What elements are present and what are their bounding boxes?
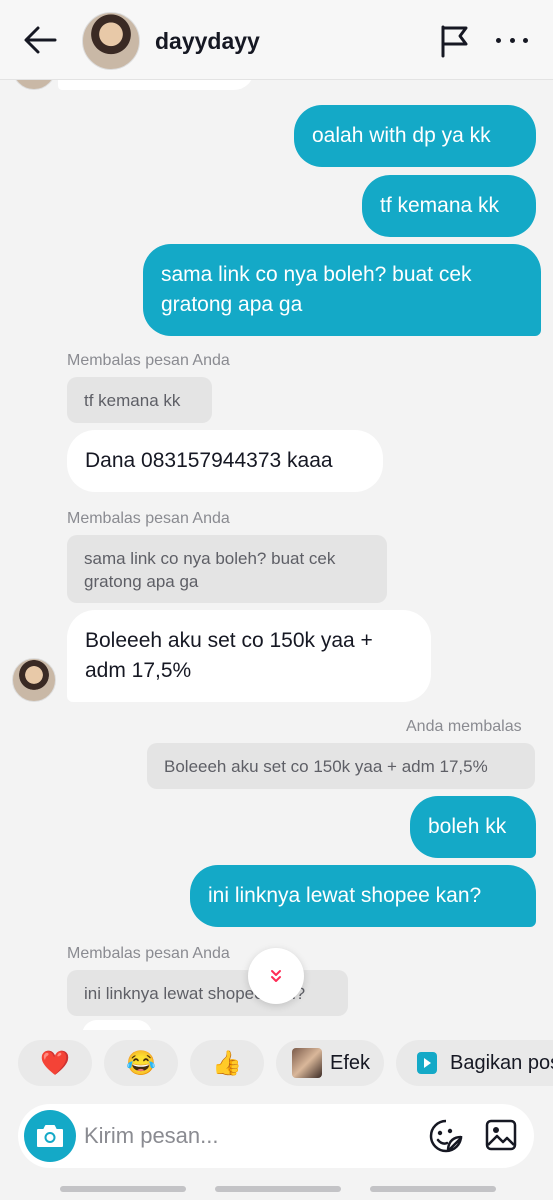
- message-bubble-sent[interactable]: ini linknya lewat shopee kan?: [190, 865, 536, 927]
- sticker-icon: [429, 1119, 463, 1153]
- message-bubble-sent[interactable]: sama link co nya boleh? buat cek gratong…: [143, 244, 541, 336]
- contact-avatar[interactable]: [82, 12, 140, 70]
- reaction-laugh-button[interactable]: 😂: [104, 1040, 178, 1086]
- camera-button[interactable]: [24, 1110, 76, 1162]
- share-post-label: Bagikan pos: [450, 1051, 553, 1074]
- back-button[interactable]: [22, 24, 58, 56]
- contact-username[interactable]: dayydayy: [155, 28, 260, 55]
- message-bubble-sent[interactable]: boleh kk: [410, 796, 536, 858]
- message-bubble-sent[interactable]: tf kemana kk: [362, 175, 536, 237]
- reply-label: Membalas pesan Anda: [67, 945, 230, 962]
- message-bubble-sent[interactable]: oalah with dp ya kk: [294, 105, 536, 167]
- quoted-message[interactable]: Boleeeh aku set co 150k yaa + adm 17,5%: [147, 743, 535, 789]
- effect-button[interactable]: Efek: [276, 1040, 384, 1086]
- effect-label: Efek: [330, 1051, 371, 1074]
- quoted-message[interactable]: ini linknya lewat shopee kan?: [67, 970, 348, 1016]
- message-text: Boleeeh aku set co 150k yaa +: [85, 629, 373, 652]
- reaction-thumbs-button[interactable]: 👍: [190, 1040, 264, 1086]
- indicator-bar: [370, 1186, 496, 1192]
- reaction-heart-button[interactable]: ❤️: [18, 1040, 92, 1086]
- chevron-double-down-icon: [271, 970, 281, 982]
- message-text: oalah with dp ya kk: [312, 124, 491, 147]
- quoted-message[interactable]: sama link co nya boleh? buat cek gratong…: [67, 535, 387, 603]
- message-bubble-received[interactable]: Dana 083157944373 kaaa: [67, 430, 383, 492]
- message-text: Dana 083157944373 kaaa: [85, 449, 333, 472]
- message-list[interactable]: oalah with dp ya kk tf kemana kk sama li…: [0, 80, 553, 1030]
- avatar[interactable]: [12, 80, 56, 90]
- bottom-edge: [0, 1184, 553, 1200]
- image-icon: [485, 1119, 517, 1151]
- share-post-button[interactable]: Bagikan pos: [396, 1040, 553, 1086]
- more-options-button[interactable]: [496, 30, 528, 50]
- image-button[interactable]: [484, 1118, 520, 1154]
- camera-icon: [37, 1125, 63, 1147]
- message-text: ini linknya lewat shopee kan?: [208, 884, 482, 907]
- report-button[interactable]: [438, 24, 470, 58]
- message-bubble-partial[interactable]: [82, 1020, 152, 1030]
- back-arrow-icon: [24, 26, 57, 54]
- effect-thumbnail-icon: [292, 1048, 322, 1078]
- message-bubble-partial[interactable]: [58, 80, 254, 90]
- indicator-bar: [60, 1186, 186, 1192]
- message-text: tf kemana kk: [380, 194, 500, 217]
- chat-header: dayydayy: [0, 0, 553, 80]
- flag-icon: [441, 25, 468, 58]
- sticker-button[interactable]: [428, 1118, 464, 1154]
- more-icon-dot: [523, 37, 528, 43]
- message-text: adm 17,5%: [85, 659, 192, 682]
- heart-icon: ❤️: [40, 1049, 70, 1077]
- reply-label: Membalas pesan Anda: [67, 352, 230, 369]
- quoted-text: tf kemana kk: [84, 391, 181, 410]
- quick-reactions-bar: ❤️ 😂 👍 Efek Bagikan pos: [0, 1038, 553, 1088]
- message-input[interactable]: [84, 1118, 414, 1154]
- reply-label: Anda membalas: [406, 718, 522, 735]
- play-share-icon: [417, 1052, 437, 1074]
- message-text: gratong apa ga: [161, 293, 303, 316]
- avatar[interactable]: [12, 658, 56, 702]
- quoted-message[interactable]: tf kemana kk: [67, 377, 212, 423]
- quoted-text: sama link co nya boleh? buat cek: [84, 549, 336, 568]
- more-icon: [496, 37, 501, 43]
- reply-label: Membalas pesan Anda: [67, 510, 230, 527]
- indicator-bar: [215, 1186, 341, 1192]
- message-bubble-received[interactable]: Boleeeh aku set co 150k yaa + adm 17,5%: [67, 610, 431, 702]
- message-composer: [18, 1104, 534, 1168]
- scroll-to-bottom-button[interactable]: [248, 948, 304, 1004]
- message-text: sama link co nya boleh? buat cek: [161, 263, 472, 286]
- message-text: boleh kk: [428, 815, 507, 838]
- quoted-text: Boleeeh aku set co 150k yaa + adm 17,5%: [164, 757, 488, 776]
- more-icon-dot: [509, 37, 515, 43]
- quoted-text: gratong apa ga: [84, 572, 199, 591]
- laugh-emoji-icon: 😂: [126, 1049, 156, 1077]
- thumbs-up-icon: 👍: [212, 1049, 242, 1077]
